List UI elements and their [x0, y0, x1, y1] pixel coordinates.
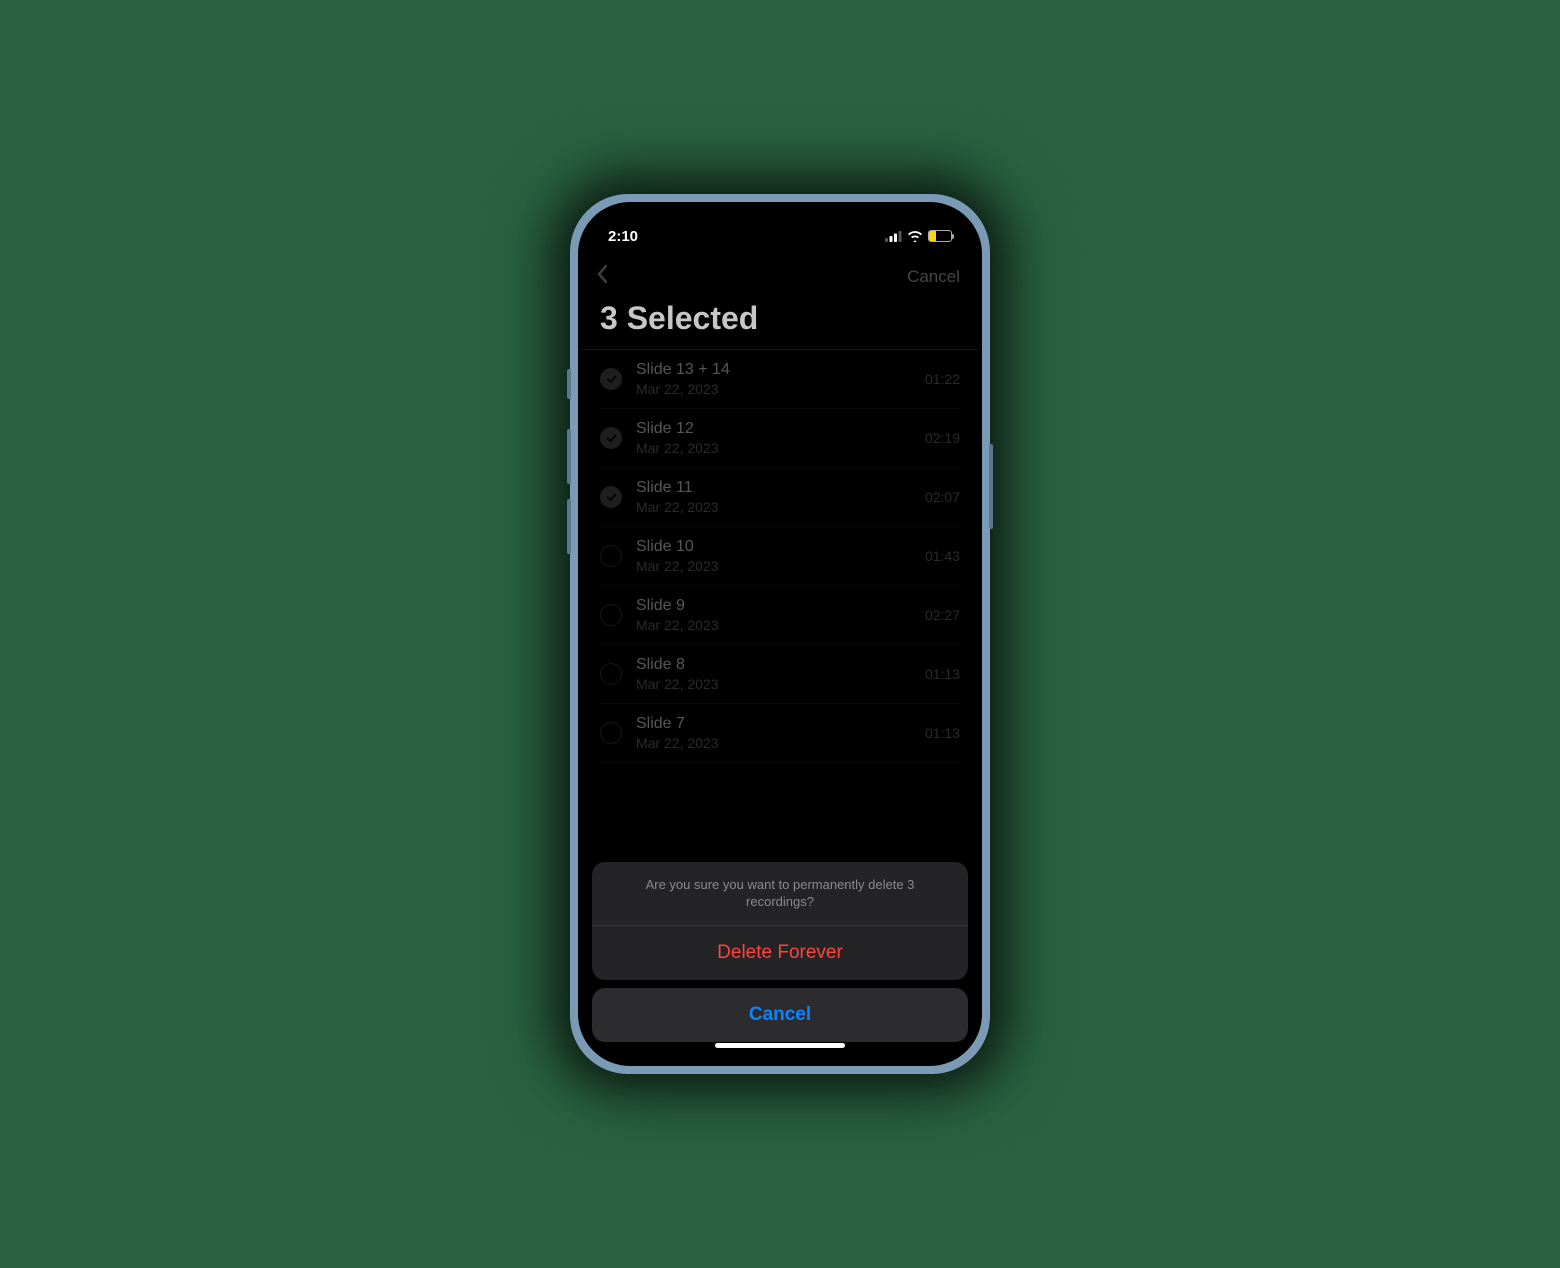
chevron-left-icon: [596, 264, 608, 284]
action-sheet-message: Are you sure you want to permanently del…: [592, 862, 968, 926]
back-button[interactable]: [592, 263, 608, 291]
screen: 2:10: [582, 206, 978, 1062]
recordings-list: Slide 13 + 14 Mar 22, 2023 01:22 Slide 12 Ma…: [582, 350, 978, 763]
cellular-icon: [885, 231, 902, 242]
list-item-main: Slide 12 Mar 22, 2023: [636, 420, 911, 456]
checkbox-unchecked-icon[interactable]: [600, 722, 622, 744]
list-item-main: Slide 13 + 14 Mar 22, 2023: [636, 361, 911, 397]
list-item-title: Slide 8: [636, 656, 911, 674]
volume-up-button: [567, 429, 571, 484]
checkbox-unchecked-icon[interactable]: [600, 545, 622, 567]
action-sheet-cancel-button[interactable]: Cancel: [592, 988, 968, 1042]
list-item[interactable]: Slide 8 Mar 22, 2023 01:13: [600, 645, 960, 704]
nav-bar: Cancel: [582, 252, 978, 298]
list-item-title: Slide 12: [636, 420, 911, 438]
list-item[interactable]: Slide 11 Mar 22, 2023 02:07: [600, 468, 960, 527]
action-sheet-group: Are you sure you want to permanently del…: [592, 862, 968, 980]
notch: [710, 206, 850, 234]
status-time: 2:10: [608, 228, 638, 245]
list-item-date: Mar 22, 2023: [636, 676, 911, 692]
list-item-date: Mar 22, 2023: [636, 558, 911, 574]
list-item-main: Slide 9 Mar 22, 2023: [636, 597, 911, 633]
status-right: [885, 230, 952, 242]
list-item[interactable]: Slide 12 Mar 22, 2023 02:19: [600, 409, 960, 468]
checkbox-unchecked-icon[interactable]: [600, 604, 622, 626]
list-item[interactable]: Slide 7 Mar 22, 2023 01:13: [600, 704, 960, 763]
wifi-icon: [907, 230, 923, 242]
list-item-date: Mar 22, 2023: [636, 735, 911, 751]
list-item-duration: 02:27: [925, 607, 960, 623]
action-sheet: Are you sure you want to permanently del…: [592, 862, 968, 1042]
list-item-date: Mar 22, 2023: [636, 440, 911, 456]
content: Slide 13 + 14 Mar 22, 2023 01:22 Slide 12 Ma…: [582, 350, 978, 1056]
phone-frame: 2:10: [570, 194, 990, 1074]
phone-border: 2:10: [578, 202, 982, 1066]
list-item-duration: 01:13: [925, 666, 960, 682]
checkbox-checked-icon[interactable]: [600, 486, 622, 508]
list-item[interactable]: Slide 13 + 14 Mar 22, 2023 01:22: [600, 350, 960, 409]
list-item[interactable]: Slide 9 Mar 22, 2023 02:27: [600, 586, 960, 645]
list-item-duration: 01:43: [925, 548, 960, 564]
list-item-date: Mar 22, 2023: [636, 499, 911, 515]
list-item-date: Mar 22, 2023: [636, 381, 911, 397]
list-item-main: Slide 11 Mar 22, 2023: [636, 479, 911, 515]
list-item-main: Slide 10 Mar 22, 2023: [636, 538, 911, 574]
mute-switch: [567, 369, 571, 399]
list-item-title: Slide 9: [636, 597, 911, 615]
list-item-main: Slide 8 Mar 22, 2023: [636, 656, 911, 692]
checkbox-checked-icon[interactable]: [600, 368, 622, 390]
battery-fill: [929, 231, 936, 241]
checkbox-checked-icon[interactable]: [600, 427, 622, 449]
power-button: [989, 444, 993, 529]
list-item-duration: 01:22: [925, 371, 960, 387]
list-item-title: Slide 10: [636, 538, 911, 556]
list-item-title: Slide 11: [636, 479, 911, 497]
list-item-date: Mar 22, 2023: [636, 617, 911, 633]
volume-down-button: [567, 499, 571, 554]
checkbox-unchecked-icon[interactable]: [600, 663, 622, 685]
list-item-title: Slide 7: [636, 715, 911, 733]
list-item-duration: 02:19: [925, 430, 960, 446]
delete-forever-button[interactable]: Delete Forever: [592, 926, 968, 980]
list-item-duration: 02:07: [925, 489, 960, 505]
list-item-title: Slide 13 + 14: [636, 361, 911, 379]
list-item-duration: 01:13: [925, 725, 960, 741]
home-indicator[interactable]: [715, 1043, 845, 1048]
battery-icon: [928, 230, 952, 242]
list-item[interactable]: Slide 10 Mar 22, 2023 01:43: [600, 527, 960, 586]
page-title: 3 Selected: [582, 298, 978, 350]
nav-cancel-button[interactable]: Cancel: [907, 267, 960, 287]
list-item-main: Slide 7 Mar 22, 2023: [636, 715, 911, 751]
